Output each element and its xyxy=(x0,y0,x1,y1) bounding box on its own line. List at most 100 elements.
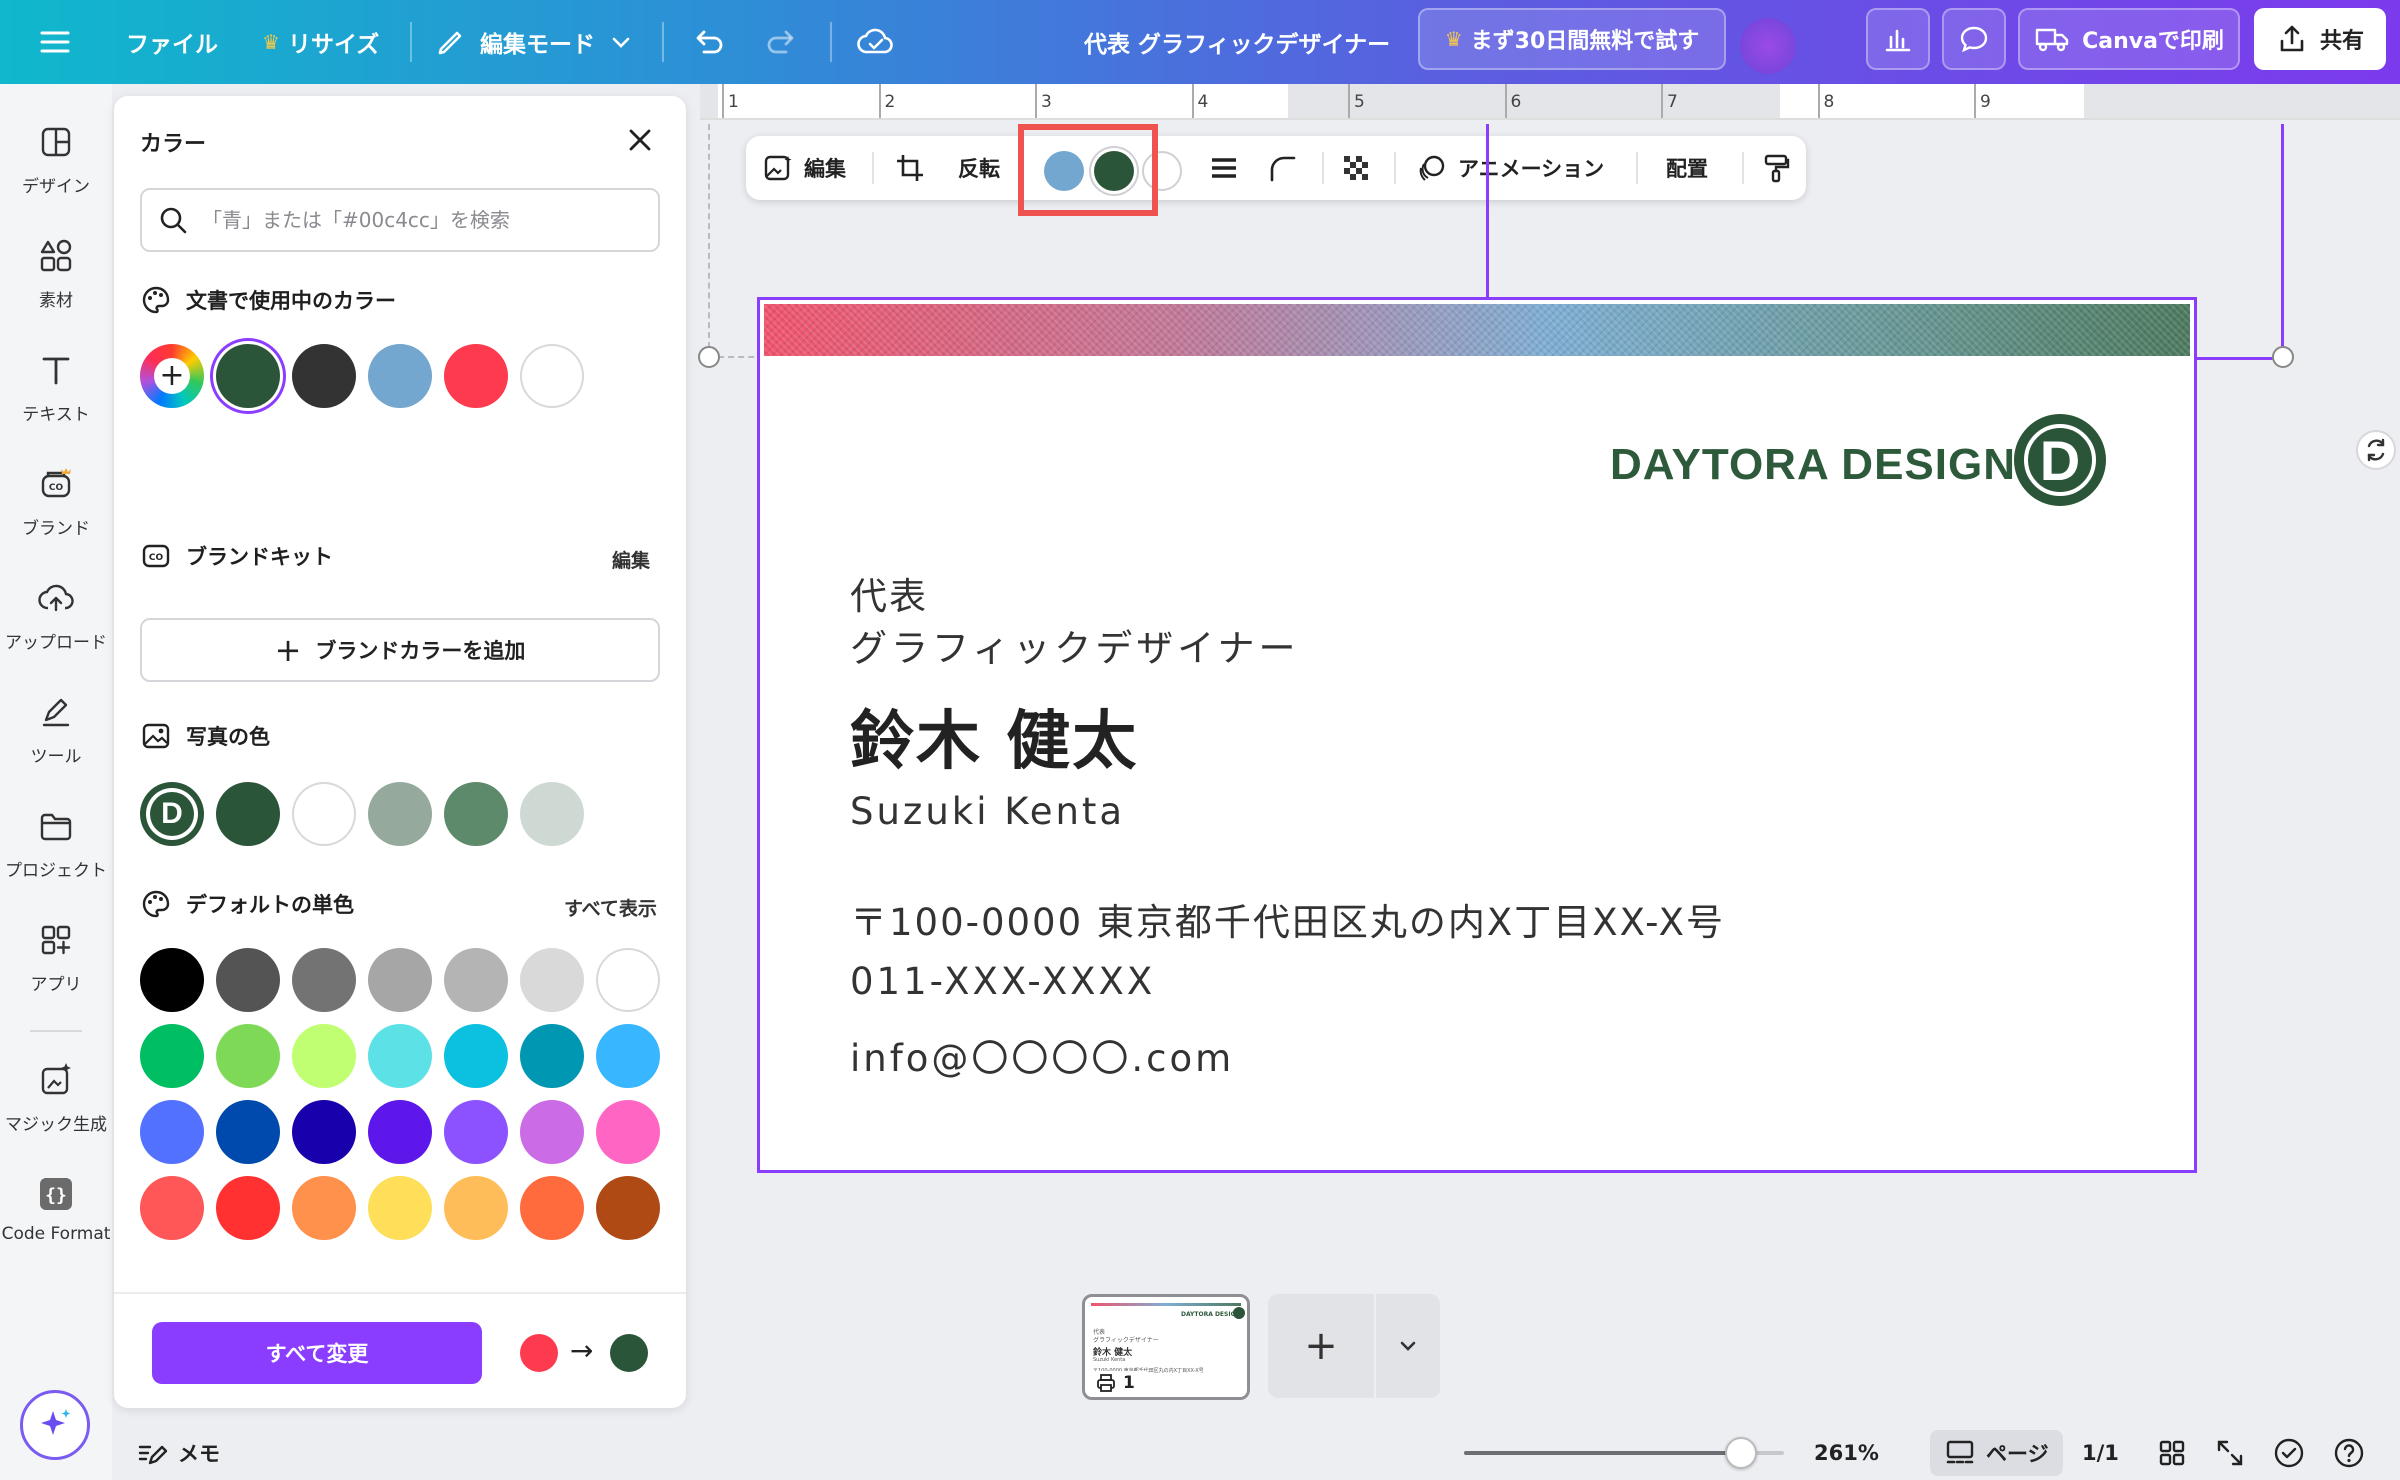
file-menu[interactable]: ファイル xyxy=(126,0,218,84)
rail-item-elements[interactable]: 素材 xyxy=(0,218,112,328)
rail-item-projects[interactable]: プロジェクト xyxy=(0,788,112,898)
default-color-swatch[interactable] xyxy=(368,1176,432,1240)
crop-icon[interactable] xyxy=(894,136,926,200)
default-color-swatch[interactable] xyxy=(520,948,584,1012)
doc-color-swatch[interactable] xyxy=(520,344,584,408)
add-color-button[interactable]: + xyxy=(140,344,204,408)
default-color-swatch[interactable] xyxy=(292,1176,356,1240)
business-card[interactable]: DAYTORA DESIGN D 代表 グラフィックデザイナー 鈴木 健太 Su… xyxy=(760,300,2194,1170)
help-icon[interactable] xyxy=(2332,1426,2366,1480)
card-name[interactable]: 鈴木 健太 xyxy=(850,690,1138,782)
default-color-swatch[interactable] xyxy=(596,1100,660,1164)
page-thumbnail[interactable]: DAYTORA DESIGN 代表 グラフィックデザイナー 鈴木 健太 Suzu… xyxy=(1082,1294,1250,1400)
show-all-link[interactable]: すべて表示 xyxy=(564,894,657,921)
add-page-button[interactable]: + xyxy=(1268,1294,1374,1398)
card-name-roman[interactable]: Suzuki Kenta xyxy=(850,790,1125,833)
default-color-swatch[interactable] xyxy=(292,1024,356,1088)
card-phone[interactable]: 011-XXX-XXXX xyxy=(850,960,1155,1003)
transparency-icon[interactable] xyxy=(1340,136,1372,200)
insights-button[interactable] xyxy=(1866,8,1930,70)
card-email[interactable]: info@〇〇〇〇.com xyxy=(850,1028,1234,1082)
corner-rounding-icon[interactable] xyxy=(1266,136,1298,200)
rail-item-magic[interactable]: マジック生成 xyxy=(0,1042,112,1152)
default-color-swatch[interactable] xyxy=(444,1100,508,1164)
doc-color-swatch[interactable] xyxy=(216,344,280,408)
default-color-swatch[interactable] xyxy=(444,1176,508,1240)
default-color-swatch[interactable] xyxy=(292,948,356,1012)
check-icon[interactable] xyxy=(2272,1426,2306,1480)
rail-item-brand[interactable]: CO ブランド xyxy=(0,446,112,556)
doc-color-swatch[interactable] xyxy=(368,344,432,408)
photo-color-swatch[interactable] xyxy=(444,782,508,846)
default-color-swatch[interactable] xyxy=(596,948,660,1012)
rail-item-tools[interactable]: ツール xyxy=(0,674,112,784)
default-color-swatch[interactable] xyxy=(520,1100,584,1164)
photo-color-swatch[interactable] xyxy=(520,782,584,846)
print-button[interactable]: Canvaで印刷 xyxy=(2018,8,2240,70)
logo-text[interactable]: DAYTORA DESIGN xyxy=(1610,440,2016,490)
redo-icon[interactable] xyxy=(764,0,800,84)
photo-thumbnail-logo[interactable]: D xyxy=(140,782,204,846)
rotate-icon[interactable] xyxy=(2356,430,2396,470)
rail-item-upload[interactable]: アップロード xyxy=(0,560,112,670)
magic-assistant-button[interactable] xyxy=(20,1390,90,1460)
rail-item-apps[interactable]: アプリ xyxy=(0,902,112,1012)
undo-icon[interactable] xyxy=(690,0,726,84)
flip-button[interactable]: 反転 xyxy=(958,136,1000,200)
default-color-swatch[interactable] xyxy=(216,1176,280,1240)
color-search-input[interactable] xyxy=(202,208,622,232)
default-color-swatch[interactable] xyxy=(140,1100,204,1164)
rail-item-design[interactable]: デザイン xyxy=(0,104,112,214)
zoom-level[interactable]: 261% xyxy=(1814,1426,1879,1480)
edit-mode-dropdown[interactable]: 編集モード xyxy=(434,0,633,84)
resize-handle-left[interactable] xyxy=(698,346,720,368)
default-color-swatch[interactable] xyxy=(444,948,508,1012)
brand-kit-edit-link[interactable]: 編集 xyxy=(612,546,650,573)
add-page-options[interactable] xyxy=(1376,1294,1440,1398)
avatar[interactable] xyxy=(1740,18,1796,74)
menu-icon[interactable] xyxy=(38,0,72,84)
default-color-swatch[interactable] xyxy=(140,1176,204,1240)
document-title[interactable]: 代表 グラフィックデザイナー xyxy=(1084,0,1390,84)
default-color-swatch[interactable] xyxy=(368,948,432,1012)
default-color-swatch[interactable] xyxy=(520,1024,584,1088)
zoom-slider-handle[interactable] xyxy=(1724,1437,1757,1469)
edit-image-button[interactable]: 編集 xyxy=(762,136,846,200)
gradient-band-image[interactable] xyxy=(764,304,2190,356)
notes-button[interactable]: メモ xyxy=(136,1426,220,1480)
resize-button[interactable]: ♛ リサイズ xyxy=(262,0,379,84)
default-color-swatch[interactable] xyxy=(596,1024,660,1088)
default-color-swatch[interactable] xyxy=(216,1024,280,1088)
photo-color-swatch[interactable] xyxy=(292,782,356,846)
fullscreen-icon[interactable] xyxy=(2214,1426,2246,1480)
photo-color-swatch[interactable] xyxy=(216,782,280,846)
doc-color-swatch[interactable] xyxy=(444,344,508,408)
border-style-icon[interactable] xyxy=(1208,136,1240,200)
default-color-swatch[interactable] xyxy=(292,1100,356,1164)
comment-button[interactable] xyxy=(1942,8,2006,70)
resize-handle-right[interactable] xyxy=(2272,346,2294,368)
card-role[interactable]: 代表 xyxy=(850,566,928,620)
card-address[interactable]: 〒100-0000 東京都千代田区丸の内X丁目XX-X号 xyxy=(850,892,1725,946)
rail-item-code-format[interactable]: {} Code Format xyxy=(0,1156,112,1266)
free-trial-button[interactable]: ♛ まず30日間無料で試す xyxy=(1418,8,1726,70)
close-icon[interactable] xyxy=(622,122,658,158)
default-color-swatch[interactable] xyxy=(368,1100,432,1164)
default-color-swatch[interactable] xyxy=(444,1024,508,1088)
logo-d-icon[interactable]: D xyxy=(2014,414,2106,506)
default-color-swatch[interactable] xyxy=(216,1100,280,1164)
card-job-title[interactable]: グラフィックデザイナー xyxy=(850,618,1300,672)
photo-color-swatch[interactable] xyxy=(368,782,432,846)
page-view-button[interactable]: ページ xyxy=(1930,1430,2063,1476)
page-count[interactable]: 1/1 xyxy=(2082,1426,2119,1480)
default-color-swatch[interactable] xyxy=(216,948,280,1012)
default-color-swatch[interactable] xyxy=(140,1024,204,1088)
doc-color-swatch[interactable] xyxy=(292,344,356,408)
default-color-swatch[interactable] xyxy=(520,1176,584,1240)
zoom-slider[interactable] xyxy=(1464,1437,1784,1469)
share-button[interactable]: 共有 xyxy=(2254,8,2386,70)
rail-item-text[interactable]: テキスト xyxy=(0,332,112,442)
default-color-swatch[interactable] xyxy=(596,1176,660,1240)
grid-view-icon[interactable] xyxy=(2156,1426,2188,1480)
default-color-swatch[interactable] xyxy=(140,948,204,1012)
